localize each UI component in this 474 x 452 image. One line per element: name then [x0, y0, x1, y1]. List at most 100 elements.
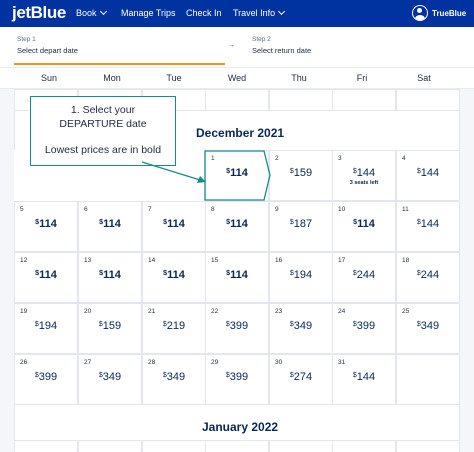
calendar-cell-empty: [396, 89, 460, 111]
date-selection-steps: Step 1 Select depart date → Step 2 Selec…: [0, 27, 474, 67]
active-step-indicator: [14, 63, 225, 65]
calendar-day-1[interactable]: 1 $114: [205, 150, 269, 201]
currency-symbol: $: [163, 219, 168, 226]
calendar-day-7[interactable]: 7 $114: [142, 201, 206, 252]
step-1-depart-date[interactable]: Select depart date: [17, 46, 78, 55]
calendar-day-4[interactable]: 4 $144: [396, 150, 460, 201]
calendar-day-3[interactable]: 3 $144 3 seats left: [332, 150, 396, 201]
calendar-day-5[interactable]: 5 $114: [14, 201, 78, 252]
currency-symbol: $: [416, 270, 421, 277]
step-2-label: Step 2: [252, 36, 271, 43]
currency-symbol: $: [99, 270, 104, 277]
top-navigation-bar: jetBlue Book Manage Trips Check In Trave…: [0, 0, 474, 27]
seats-left-note: 3 seats left: [349, 180, 379, 186]
calendar-day-14[interactable]: 14 $114: [142, 252, 206, 303]
calendar-day-17[interactable]: 17 $244: [332, 252, 396, 303]
day-number: 16: [275, 257, 283, 264]
calendar-cell-empty: [269, 440, 333, 452]
day-number: 13: [84, 257, 92, 264]
calendar-day-24[interactable]: 24 $399: [332, 303, 396, 354]
fare-price: $399: [34, 371, 58, 383]
currency-symbol: $: [162, 321, 167, 328]
currency-symbol: $: [162, 372, 167, 379]
calendar-day-25[interactable]: 25 $349: [396, 303, 460, 354]
currency-symbol: $: [289, 219, 294, 226]
day-number: 30: [275, 359, 283, 366]
month-title-december-2021: December 2021: [196, 126, 285, 140]
fare-price: $144: [416, 218, 440, 230]
fare-price: $399: [225, 320, 249, 332]
day-number: 22: [211, 308, 219, 315]
day-number: 4: [402, 155, 406, 162]
nav-travel-info[interactable]: Travel Info: [233, 7, 286, 18]
calendar-cell-empty: [269, 89, 333, 111]
weekday-sat: Sat: [417, 73, 431, 83]
currency-symbol: $: [416, 168, 421, 175]
instruction-callout: 1. Select your DEPARTURE date Lowest pri…: [30, 96, 176, 166]
callout-line-1: 1. Select your: [70, 104, 136, 116]
calendar-day-28[interactable]: 28 $349: [142, 354, 206, 405]
nav-check-in[interactable]: Check In: [186, 8, 222, 18]
calendar-day-6[interactable]: 6 $114: [78, 201, 142, 252]
fare-price: $114: [163, 218, 185, 230]
calendar-day-11[interactable]: 11 $144: [396, 201, 460, 252]
day-number: 1: [211, 155, 215, 162]
currency-symbol: $: [226, 219, 231, 226]
calendar-day-23[interactable]: 23 $349: [269, 303, 333, 354]
currency-symbol: $: [289, 168, 294, 175]
day-number: 15: [211, 257, 219, 264]
calendar-day-30[interactable]: 30 $274: [269, 354, 333, 405]
calendar-day-9[interactable]: 9 $187: [269, 201, 333, 252]
calendar-day-12[interactable]: 12 $114: [14, 252, 78, 303]
currency-symbol: $: [416, 219, 421, 226]
calendar-day-10[interactable]: 10 $114: [332, 201, 396, 252]
nav-manage-trips[interactable]: Manage Trips: [121, 8, 176, 18]
day-number: 27: [84, 359, 92, 366]
fare-price: $114: [35, 218, 57, 230]
calendar-day-13[interactable]: 13 $114: [78, 252, 142, 303]
calendar-day-20[interactable]: 20 $159: [78, 303, 142, 354]
calendar-day-29[interactable]: 29 $399: [205, 354, 269, 405]
calendar-day-2[interactable]: 2 $159: [269, 150, 333, 201]
calendar-gutter-left: [0, 89, 14, 452]
day-number: 28: [148, 359, 156, 366]
jetblue-logo[interactable]: jetBlue: [12, 3, 66, 23]
day-number: 29: [211, 359, 219, 366]
trueblue-link[interactable]: TrueBlue: [432, 9, 466, 18]
calendar-day-8[interactable]: 8 $114: [205, 201, 269, 252]
calendar-day-27[interactable]: 27 $349: [78, 354, 142, 405]
weekday-sun: Sun: [40, 73, 57, 83]
day-number: 3: [338, 155, 342, 162]
currency-symbol: $: [289, 270, 294, 277]
day-number: 8: [211, 206, 215, 213]
day-number: 6: [84, 206, 88, 213]
currency-symbol: $: [34, 321, 39, 328]
calendar-day-19[interactable]: 19 $194: [14, 303, 78, 354]
fare-price: $187: [289, 218, 313, 230]
user-circle-icon[interactable]: [412, 5, 428, 21]
calendar-day-31[interactable]: 31 $144: [332, 354, 396, 405]
fare-price: $274: [289, 371, 313, 383]
currency-symbol: $: [225, 372, 230, 379]
weekday-header: Sun Mon Tue Wed Thu Fri Sat: [0, 67, 474, 89]
calendar-cell-empty: [396, 440, 460, 452]
calendar-day-21[interactable]: 21 $219: [142, 303, 206, 354]
currency-symbol: $: [99, 219, 104, 226]
step-2-return-date[interactable]: Select return date: [252, 46, 311, 55]
calendar-day-18[interactable]: 18 $244: [396, 252, 460, 303]
weekday-thu: Thu: [291, 73, 307, 83]
calendar-day-26[interactable]: 26 $399: [14, 354, 78, 405]
nav-book[interactable]: Book: [76, 7, 107, 18]
day-number: 18: [402, 257, 410, 264]
fare-price: $244: [416, 269, 440, 281]
day-number: 9: [275, 206, 279, 213]
calendar-day-16[interactable]: 16 $194: [269, 252, 333, 303]
calendar-gutter-right: [460, 89, 474, 452]
calendar-cell-empty: [205, 89, 269, 111]
currency-symbol: $: [98, 321, 103, 328]
calendar-day-15[interactable]: 15 $114: [205, 252, 269, 303]
fare-price: $244: [352, 269, 376, 281]
calendar-day-22[interactable]: 22 $399: [205, 303, 269, 354]
currency-symbol: $: [353, 219, 358, 226]
calendar-cell-empty: [396, 354, 460, 405]
